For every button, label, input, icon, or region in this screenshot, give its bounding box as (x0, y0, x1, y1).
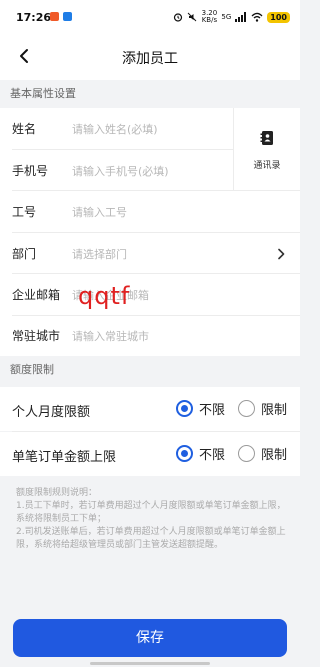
wifi-icon (251, 12, 263, 22)
order-limit-label: 单笔订单金额上限 (12, 450, 117, 465)
page-title: 添加员工 (122, 51, 178, 67)
home-indicator (90, 662, 210, 665)
alarm-icon (174, 13, 183, 22)
city-field-row[interactable]: 常驻城市 请输入常驻城市 (0, 315, 300, 356)
battery-indicator: 100 (267, 11, 290, 23)
watermark-text: qqtf (78, 282, 131, 310)
name-field-row[interactable]: 姓名 请输入姓名(必填) (0, 108, 233, 149)
navigation-bar: 添加员工 (0, 34, 300, 80)
order-limit-unlimited-radio[interactable]: 不限 (176, 444, 225, 463)
email-label: 企业邮箱 (12, 288, 61, 302)
department-label: 部门 (12, 247, 37, 261)
order-limit-row: 单笔订单金额上限 不限 限制 (0, 432, 300, 476)
limit-rules-note: 额度限制规则说明： 1.员工下单时，若订单费用超过个人月度限额或单笔订单金额上限… (16, 487, 288, 552)
radio-label: 不限 (199, 403, 226, 418)
email-field-row[interactable]: 企业邮箱 请输入企业邮箱 (0, 274, 300, 315)
chevron-right-icon[interactable] (276, 248, 286, 260)
notification-icons (50, 12, 72, 21)
contacts-label: 通讯录 (253, 161, 281, 171)
radio-label: 限制 (261, 448, 288, 463)
department-field-row[interactable]: 部门 请选择部门 (0, 233, 300, 274)
rules-title: 额度限制规则说明： (16, 488, 98, 498)
phone-label: 手机号 (12, 164, 49, 178)
monthly-limit-unlimited-radio[interactable]: 不限 (176, 399, 225, 418)
radio-label: 限制 (261, 403, 288, 418)
employee-id-input[interactable]: 请输入工号 (72, 204, 127, 220)
app-notification-icon (50, 12, 59, 21)
employee-id-field-row[interactable]: 工号 请输入工号 (0, 191, 300, 232)
address-book-icon (260, 131, 273, 145)
section-title-basic: 基本属性设置 (0, 80, 300, 108)
phone-input[interactable]: 请输入手机号(必填) (72, 163, 169, 179)
app-notification-icon (63, 12, 72, 21)
radio-selected-icon (176, 400, 193, 417)
mute-icon (188, 12, 197, 22)
network-speed: 3.20 KB/s (201, 9, 218, 24)
monthly-limit-row: 个人月度限额 不限 限制 (0, 387, 300, 431)
name-label: 姓名 (12, 122, 37, 136)
phone-field-row[interactable]: 手机号 请输入手机号(必填) (0, 150, 233, 191)
section-title-limit: 额度限制 (0, 356, 300, 384)
city-input[interactable]: 请输入常驻城市 (72, 328, 149, 344)
monthly-limit-label: 个人月度限额 (12, 405, 91, 420)
rules-item: 1.员工下单时，若订单费用超过个人月度限额或单笔订单金额上限，系统将限制员工下单… (16, 501, 286, 524)
radio-selected-icon (176, 445, 193, 462)
name-input[interactable]: 请输入姓名(必填) (72, 121, 158, 137)
save-button[interactable]: 保存 (13, 619, 287, 657)
rules-item: 2.司机发送账单后，若订单费用超过个人月度限额或单笔订单金额上限，系统将给超级管… (16, 527, 286, 550)
radio-unselected-icon (238, 400, 255, 417)
radio-unselected-icon (238, 445, 255, 462)
signal-icon (235, 12, 247, 22)
status-time: 17:26 (16, 11, 52, 24)
department-select[interactable]: 请选择部门 (72, 246, 127, 262)
monthly-limit-restricted-radio[interactable]: 限制 (238, 399, 287, 418)
city-label: 常驻城市 (12, 329, 61, 343)
status-bar: 17:26 3.20 KB/s 5G 100 (0, 0, 300, 34)
signal-label: 5G (221, 13, 232, 21)
employee-id-label: 工号 (12, 205, 37, 219)
radio-label: 不限 (199, 448, 226, 463)
order-limit-restricted-radio[interactable]: 限制 (238, 444, 287, 463)
status-right: 3.20 KB/s 5G 100 (173, 10, 290, 24)
contacts-button[interactable]: 通讯录 (233, 108, 300, 190)
